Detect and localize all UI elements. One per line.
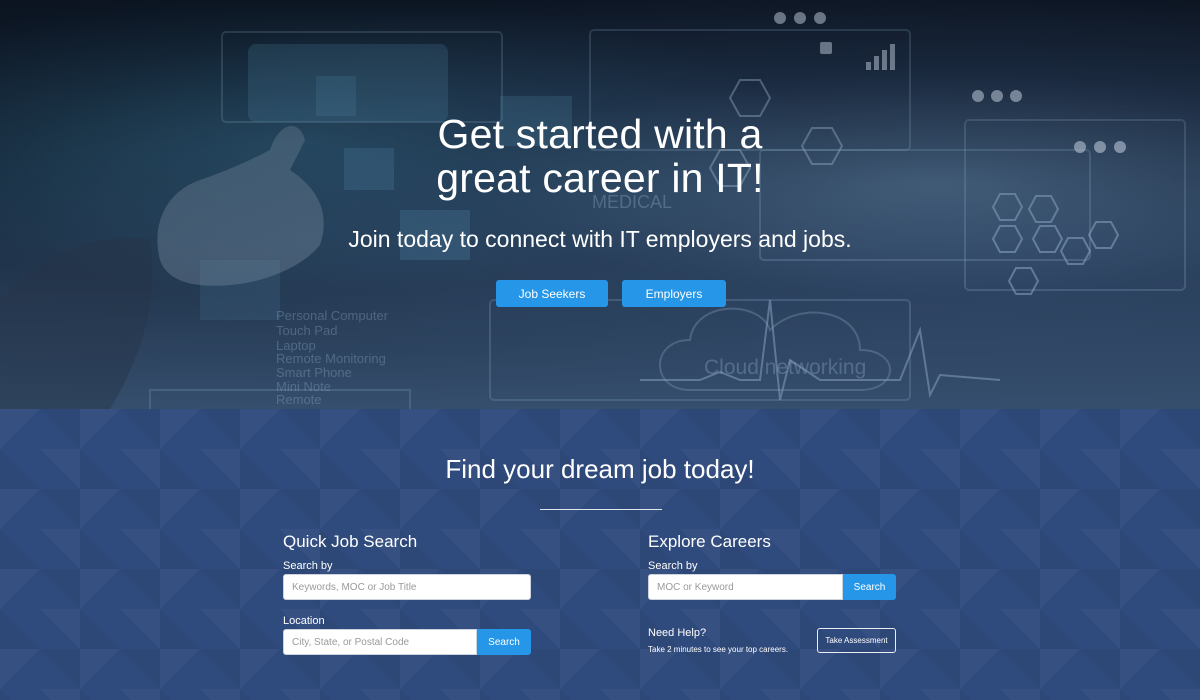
job-search-section: Find your dream job today! Quick Job Sea… [0,409,1200,700]
background-text-list-5: Smart Phone [276,365,352,380]
hero-title: Get started with a great career in IT! [0,112,1200,200]
hero-title-line-2: great career in IT! [436,155,764,201]
title-divider [540,509,662,510]
background-text-list-1: Personal Computer [276,308,388,323]
background-text-list-4: Remote Monitoring [276,351,386,366]
background-text-list-2: Touch Pad [276,323,338,338]
location-label: Location [283,615,325,627]
take-assessment-button[interactable]: Take Assessment [817,628,896,653]
background-text-cloud: Cloud networking [704,356,867,379]
hero-title-line-1: Get started with a [437,111,763,157]
need-help-heading: Need Help? [648,627,707,639]
hero-subtitle: Join today to connect with IT employers … [348,226,852,252]
background-text-list-7: Remote [276,392,322,407]
quick-search-title: Quick Job Search [283,532,418,551]
career-search-button[interactable]: Search [843,574,896,600]
quick-search-button[interactable]: Search [477,629,531,655]
need-help-text: Take 2 minutes to see your top careers. [648,645,789,654]
keyword-search-input[interactable] [283,574,531,600]
career-search-input[interactable] [648,574,843,600]
location-input[interactable] [283,629,477,655]
employers-button[interactable]: Employers [622,280,726,307]
explore-careers-title: Explore Careers [648,532,771,551]
job-seekers-button[interactable]: Job Seekers [496,280,608,307]
section-title: Find your dream job today! [445,454,755,484]
hero-banner: MEDICAL Cloud networking Personal Comput… [0,0,1200,409]
quick-search-by-label: Search by [283,560,333,572]
explore-search-by-label: Search by [648,560,698,572]
geometric-background-pattern [0,409,1200,700]
